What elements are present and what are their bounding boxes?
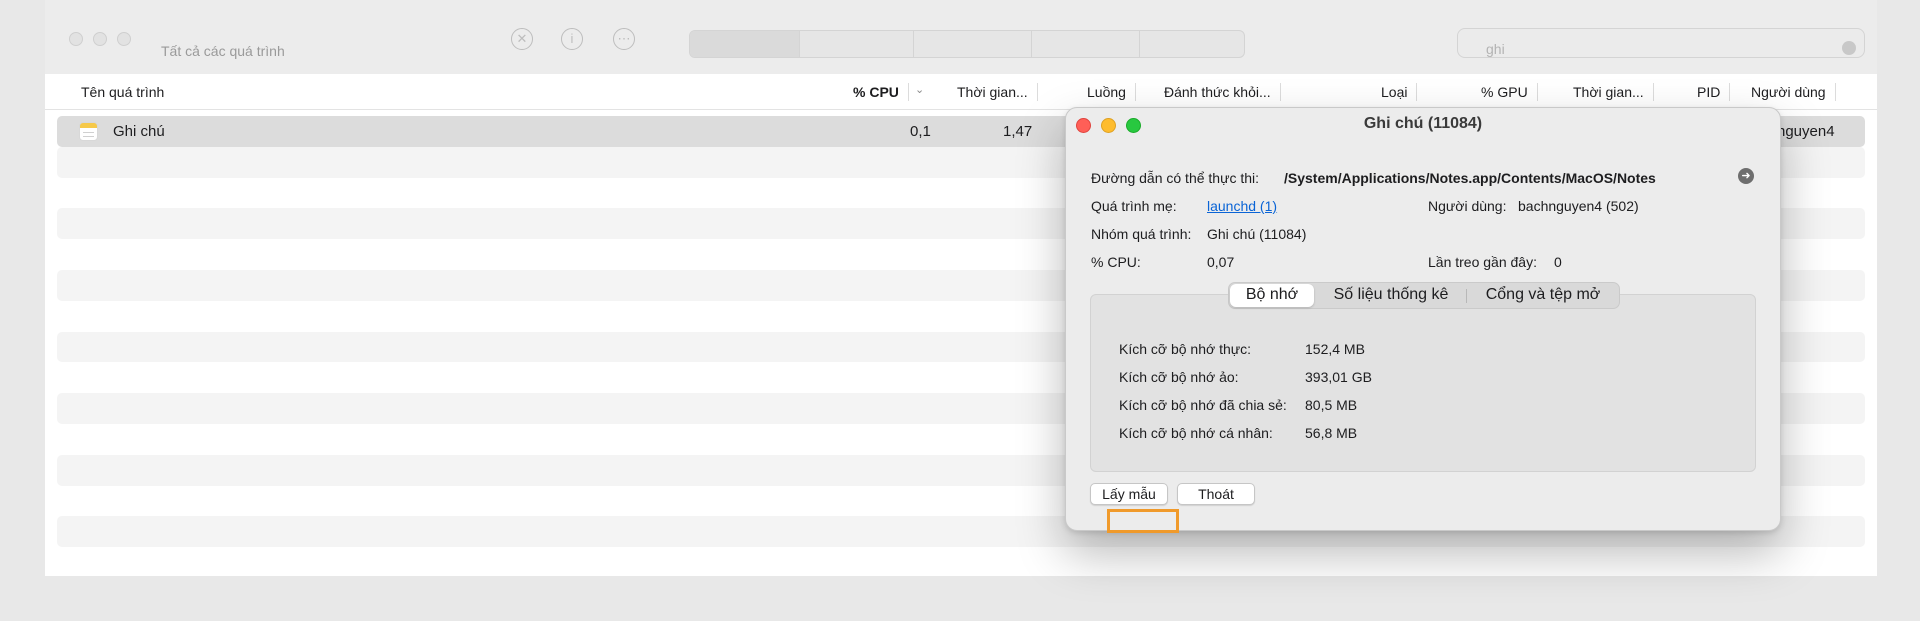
tab-statistics[interactable]: Số liệu thống kê (1317, 283, 1465, 308)
segment-disk[interactable] (1032, 31, 1140, 57)
reveal-in-finder-arrow-icon[interactable]: ➜ (1738, 168, 1754, 184)
column-gpu[interactable]: % GPU (1481, 83, 1538, 101)
cpu-value: 0,07 (1207, 254, 1235, 270)
user-value: bachnguyen4 (502) (1518, 198, 1639, 214)
process-inspector-dialog: Ghi chú (11084) Đường dẫn có thể thực th… (1065, 107, 1781, 531)
virtual-memory-label: Kích cỡ bộ nhớ ảo: (1119, 369, 1239, 385)
column-cpu-time[interactable]: Thời gian... (957, 83, 1038, 101)
shared-memory-label: Kích cỡ bộ nhớ đã chia sẻ: (1119, 397, 1287, 413)
dialog-title: Ghi chú (11084) (1363, 115, 1483, 132)
column-idle-wakeups[interactable]: Đánh thức khỏi... (1164, 83, 1281, 101)
more-actions-icon[interactable]: ⋯ (613, 28, 635, 50)
sample-button[interactable]: Lấy mẫu (1090, 483, 1168, 505)
column-threads[interactable]: Luồng (1087, 83, 1136, 101)
column-cpu[interactable]: % CPU (853, 83, 909, 101)
column-gpu-time[interactable]: Thời gian... (1573, 83, 1654, 101)
search-value: ghi (1486, 41, 1505, 57)
recent-hangs-value: 0 (1554, 254, 1562, 270)
executable-path-value: /System/Applications/Notes.app/Contents/… (1284, 170, 1656, 186)
process-group-value: Ghi chú (11084) (1207, 226, 1307, 242)
column-kind[interactable]: Loại (1381, 83, 1419, 101)
segment-network[interactable] (1140, 31, 1244, 57)
clear-search-icon[interactable] (1842, 41, 1856, 55)
column-user[interactable]: Người dùng (1751, 83, 1836, 101)
cpu-label: % CPU: (1091, 254, 1141, 270)
search-field[interactable]: ghi (1457, 28, 1865, 58)
user-label: Người dùng: (1428, 198, 1507, 214)
virtual-memory-value: 393,01 GB (1305, 369, 1372, 385)
segment-memory[interactable] (800, 31, 914, 57)
stop-process-icon[interactable]: ✕ (511, 28, 533, 50)
row-user: nguyen4 (1777, 123, 1835, 140)
tab-separator (1466, 289, 1467, 303)
notes-app-icon (79, 122, 98, 141)
tab-open-files-ports[interactable]: Cổng và tệp mở (1468, 283, 1618, 308)
quit-button[interactable]: Thoát (1177, 483, 1255, 505)
segment-energy[interactable] (914, 31, 1032, 57)
real-memory-value: 152,4 MB (1305, 341, 1365, 357)
window-close-button[interactable] (69, 32, 83, 46)
real-memory-label: Kích cỡ bộ nhớ thực: (1119, 341, 1252, 357)
tab-memory[interactable]: Bộ nhớ (1230, 284, 1314, 307)
parent-process-link[interactable]: launchd (1) (1207, 198, 1277, 214)
parent-process-label: Quá trình mẹ: (1091, 198, 1177, 214)
process-group-label: Nhóm quá trình: (1091, 226, 1192, 242)
private-memory-value: 56,8 MB (1305, 425, 1358, 441)
window-minimize-button[interactable] (93, 32, 107, 46)
shared-memory-value: 80,5 MB (1305, 397, 1358, 413)
window-subtitle: Tất cả các quá trình (161, 43, 285, 59)
segment-cpu[interactable] (690, 31, 800, 57)
row-cpu-time: 1,47 (1003, 123, 1033, 140)
recent-hangs-label: Lần treo gần đây: (1428, 254, 1537, 270)
row-cpu: 0,1 (910, 123, 931, 140)
executable-path-label: Đường dẫn có thể thực thi: (1091, 170, 1260, 186)
inspector-tabs: Bộ nhớ Số liệu thống kê Cổng và tệp mở (1228, 282, 1620, 309)
tab-content-panel: Kích cỡ bộ nhớ thực: 152,4 MB Kích cỡ bộ… (1090, 294, 1756, 472)
sort-chevron-icon: ⌄ (915, 84, 925, 96)
private-memory-label: Kích cỡ bộ nhớ cá nhân: (1119, 425, 1273, 441)
table-header: Tên quá trình % CPU ⌄ Thời gian... Luồng… (45, 74, 1877, 110)
info-icon[interactable]: i (561, 28, 583, 50)
window-zoom-button[interactable] (117, 32, 131, 46)
highlight-box (1107, 509, 1179, 533)
row-process-name: Ghi chú (113, 123, 165, 140)
category-segmented-control[interactable] (689, 30, 1245, 58)
column-process-name[interactable]: Tên quá trình (81, 84, 164, 100)
column-pid[interactable]: PID (1697, 83, 1731, 101)
toolbar: Tất cả các quá trình ✕ i ⋯ ghi (45, 0, 1877, 74)
